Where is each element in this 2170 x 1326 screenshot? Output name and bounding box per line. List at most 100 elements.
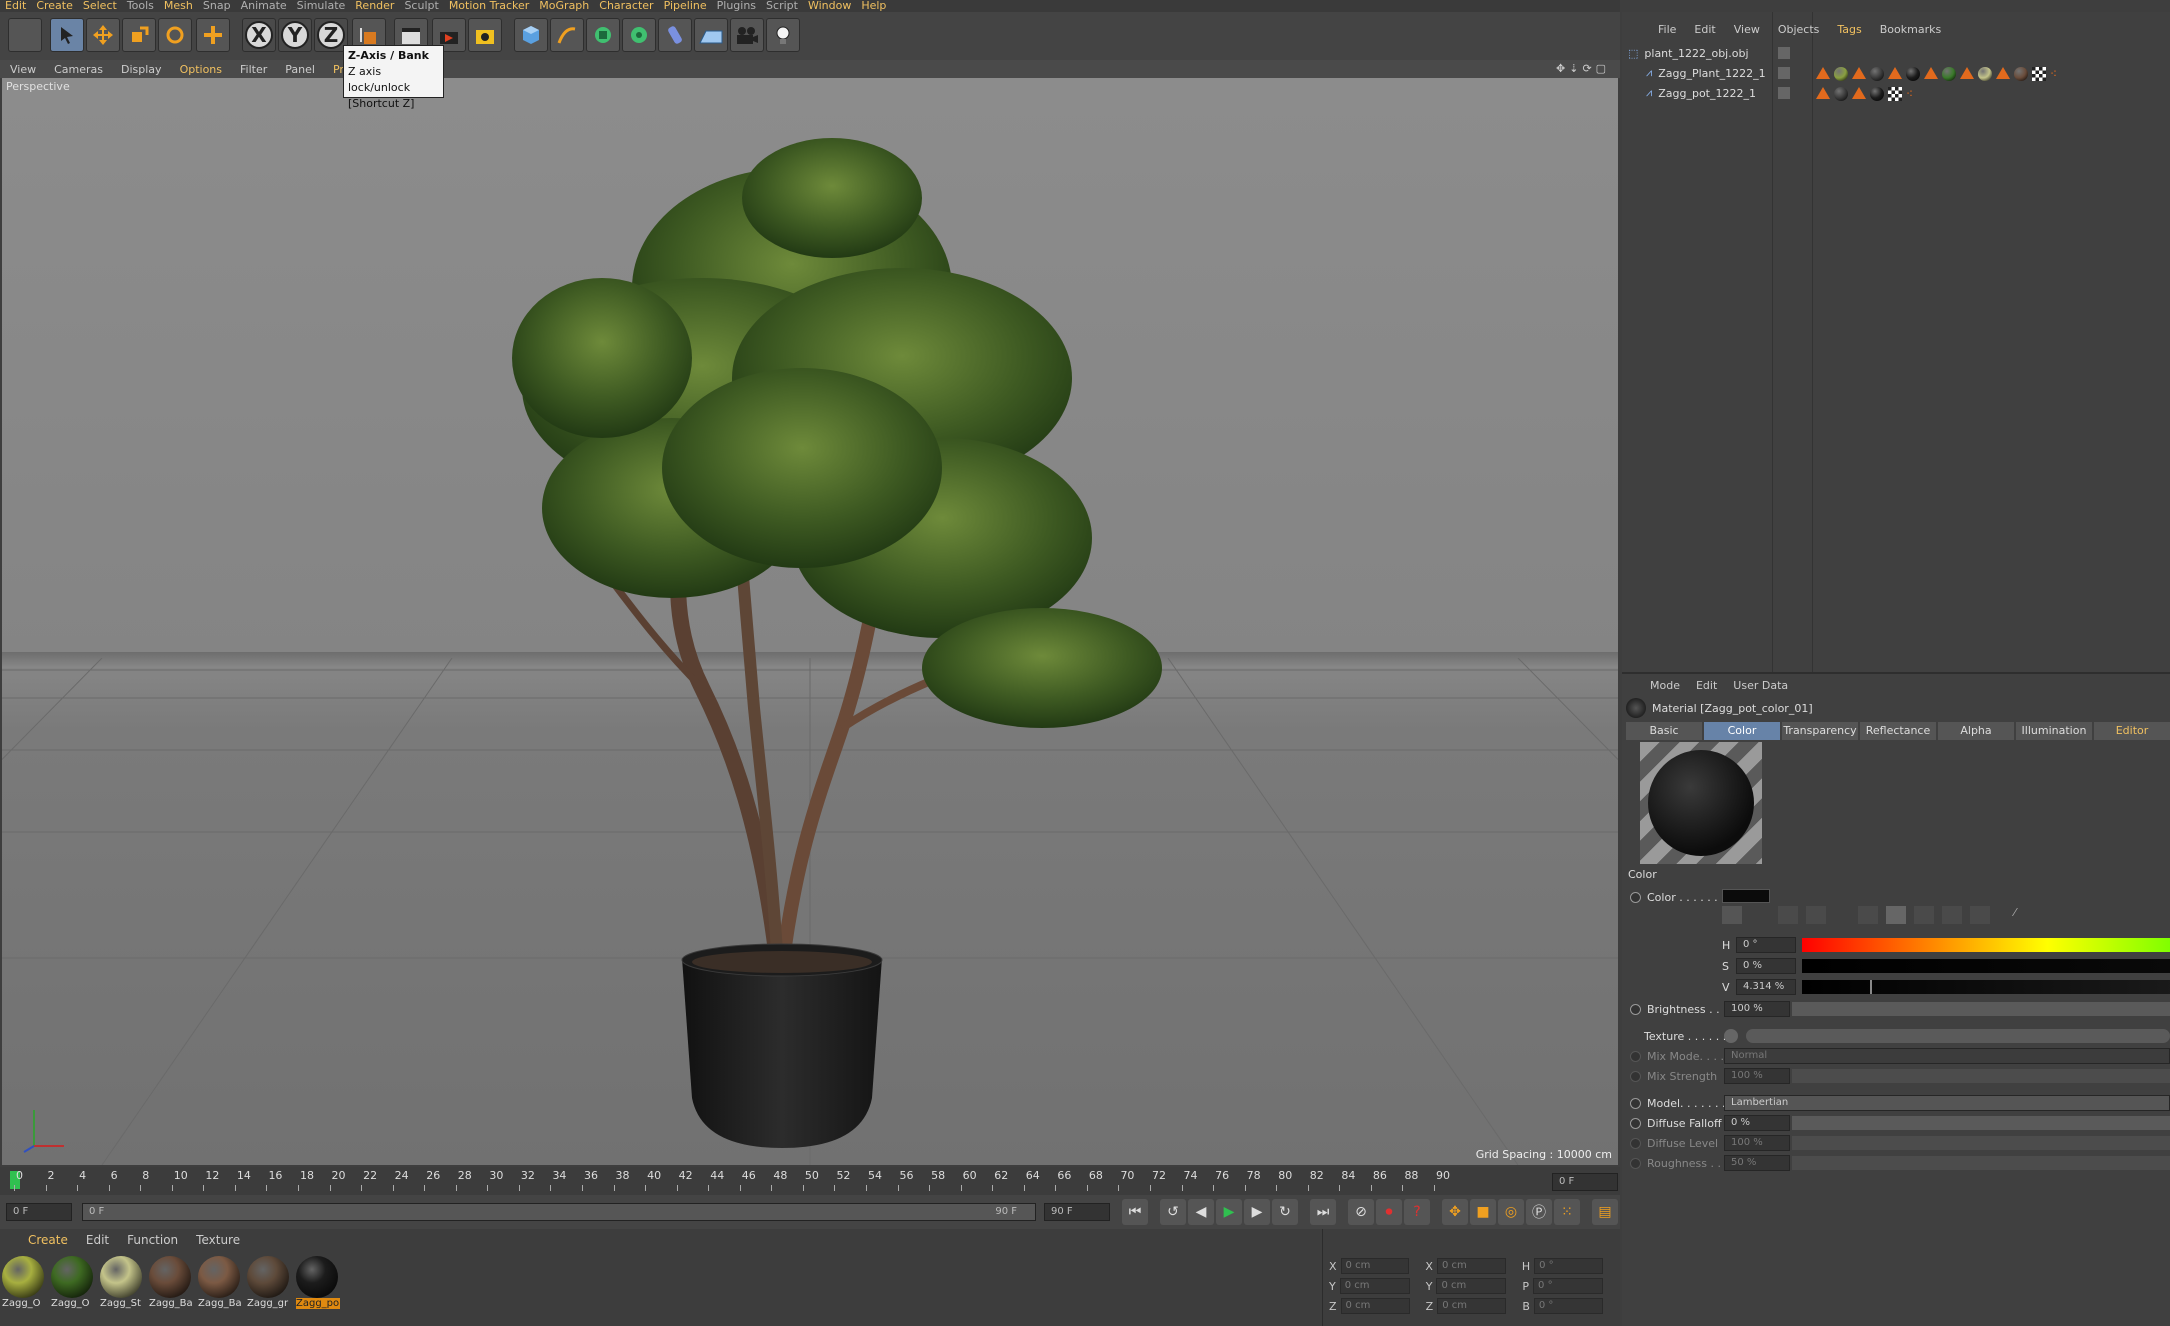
pen-spline-button[interactable] [550, 18, 584, 52]
diffuse-falloff-field[interactable]: 0 % [1724, 1115, 1790, 1131]
texture-tag-icon[interactable] [1816, 87, 1830, 99]
tab-illumination[interactable]: Illumination [2016, 722, 2092, 740]
tab-color[interactable]: Color [1704, 722, 1780, 740]
tab-transparency[interactable]: Transparency [1782, 722, 1858, 740]
coordinate-field[interactable]: 0 cm [1437, 1298, 1507, 1314]
model-anim-icon[interactable] [1630, 1097, 1641, 1109]
viewport-menu-filter[interactable]: Filter [240, 63, 267, 76]
deformer-button[interactable] [658, 18, 692, 52]
menu-item-edit[interactable]: Edit [0, 0, 31, 12]
image-picker-icon[interactable] [1778, 906, 1798, 924]
brightness-anim-icon[interactable] [1630, 1003, 1641, 1015]
menu-item-tools[interactable]: Tools [122, 0, 159, 12]
record-pla-button[interactable]: ⁙ [1554, 1199, 1580, 1225]
diffuse-level-field[interactable]: 100 % [1724, 1135, 1790, 1151]
coordinate-field[interactable]: 0 ° [1533, 1278, 1604, 1294]
coordinate-field[interactable]: 0 cm [1340, 1298, 1410, 1314]
rotate-tool-button[interactable] [158, 18, 192, 52]
record-active-button[interactable]: ⏺ [1376, 1199, 1402, 1225]
coordinate-field[interactable]: 0 cm [1339, 1278, 1410, 1294]
material-preview[interactable] [1640, 742, 1762, 864]
roughness-field[interactable]: 50 % [1724, 1155, 1790, 1171]
texture-tag-icon[interactable] [1816, 67, 1830, 79]
brightness-field[interactable]: 100 % [1724, 1001, 1790, 1017]
next-frame-button[interactable]: ▶ [1244, 1199, 1270, 1225]
swatches-icon[interactable] [1806, 906, 1826, 924]
floor-button[interactable] [694, 18, 728, 52]
tab-editor[interactable]: Editor [2094, 722, 2170, 740]
diffuse-level-slider[interactable] [1792, 1136, 2170, 1150]
coordinate-field[interactable]: 0 cm [1436, 1278, 1507, 1294]
uvw-tag-icon[interactable] [1888, 87, 1902, 101]
diffuse-falloff-anim-icon[interactable] [1630, 1117, 1641, 1129]
undo-button[interactable] [8, 18, 42, 52]
go-to-start-button[interactable]: ⏮ [1122, 1199, 1148, 1225]
spectral-mode-icon[interactable] [1970, 906, 1990, 924]
phong-tag-icon[interactable]: ⁖ [1906, 87, 1920, 101]
start-frame-field[interactable]: 0 F [6, 1203, 72, 1221]
viewport-menu-cameras[interactable]: Cameras [54, 63, 103, 76]
material-menu-create[interactable]: Create [28, 1233, 68, 1247]
viewport-menu-view[interactable]: View [10, 63, 36, 76]
record-parameter-button[interactable]: Ⓟ [1526, 1199, 1552, 1225]
material-thumbnail[interactable]: Zagg_po [296, 1256, 340, 1316]
roughness-slider[interactable] [1792, 1156, 2170, 1170]
menu-item-select[interactable]: Select [78, 0, 122, 12]
texture-tag-icon[interactable] [1852, 87, 1866, 99]
perspective-viewport[interactable]: Perspective Grid Spacing: 10000 cm [2, 78, 1618, 1165]
texture-tag-icon[interactable] [1888, 67, 1902, 79]
texture-tag-icon[interactable] [1996, 67, 2010, 79]
brightness-slider[interactable] [1792, 1002, 2170, 1016]
tab-alpha[interactable]: Alpha [1938, 722, 2014, 740]
menu-item-help[interactable]: Help [856, 0, 891, 12]
material-tag-icon[interactable] [1834, 67, 1848, 81]
value-slider[interactable] [1802, 980, 2170, 994]
go-to-end-button[interactable]: ⏭ [1310, 1199, 1336, 1225]
next-key-button[interactable]: ↻ [1272, 1199, 1298, 1225]
render-settings-button[interactable] [468, 18, 502, 52]
material-tag-icon[interactable] [1870, 87, 1884, 101]
kelvin-mode-icon[interactable] [1914, 906, 1934, 924]
phong-tag-icon[interactable]: ⁖ [2050, 67, 2064, 81]
maximize-icon[interactable]: ▢ [1596, 62, 1606, 76]
dolly-icon[interactable]: ⇣ [1569, 62, 1578, 76]
timeline-ruler[interactable]: 0 F 0 2 4 6 8 10 12 14 16 18 20 22 24 26 28 30 32 34 36 38 4… [0, 1167, 1620, 1195]
end-frame-field[interactable]: 90 F [1044, 1203, 1110, 1221]
visibility-toggle-icon[interactable] [1778, 67, 1790, 79]
material-tag-icon[interactable] [1906, 67, 1920, 81]
mixstrength-field[interactable]: 100 % [1724, 1068, 1790, 1084]
menu-item-mograph[interactable]: MoGraph [534, 0, 594, 12]
menu-item-pipeline[interactable]: Pipeline [659, 0, 712, 12]
menu-item-window[interactable]: Window [803, 0, 856, 12]
light-button[interactable] [766, 18, 800, 52]
coordinate-field[interactable]: 0 cm [1436, 1258, 1506, 1274]
play-button[interactable]: ▶ [1216, 1199, 1242, 1225]
object-row[interactable]: ⩘ Zagg_pot_1222_1 [1628, 84, 1756, 102]
material-thumbnail[interactable]: Zagg_gr [247, 1256, 291, 1316]
material-tag-icon[interactable] [1978, 67, 1992, 81]
color-swatch[interactable] [1722, 889, 1770, 903]
object-menu-tags[interactable]: Tags [1837, 23, 1861, 36]
menu-item-motion-tracker[interactable]: Motion Tracker [444, 0, 534, 12]
menu-item-plugins[interactable]: Plugins [712, 0, 761, 12]
material-menu-function[interactable]: Function [127, 1233, 178, 1247]
attribute-menu-mode[interactable]: Mode [1650, 679, 1680, 692]
record-scale-button[interactable]: ■ [1470, 1199, 1496, 1225]
previous-frame-button[interactable]: ◀ [1188, 1199, 1214, 1225]
mixstrength-slider[interactable] [1792, 1069, 2170, 1083]
attribute-menu-user-data[interactable]: User Data [1733, 679, 1788, 692]
value-slider-handle[interactable] [1870, 980, 1872, 994]
object-row[interactable]: ⬚ plant_1222_obj.obj [1628, 44, 1749, 62]
menu-item-script[interactable]: Script [761, 0, 803, 12]
hsv-mode-icon[interactable] [1886, 906, 1906, 924]
material-thumbnail[interactable]: Zagg_St [100, 1256, 144, 1316]
autokey-button[interactable]: ? [1404, 1199, 1430, 1225]
saturation-slider[interactable] [1802, 959, 2170, 973]
rgb-mode-icon[interactable] [1858, 906, 1878, 924]
menu-item-animate[interactable]: Animate [236, 0, 292, 12]
material-thumbnail[interactable]: Zagg_O [51, 1256, 95, 1316]
texture-tag-icon[interactable] [1852, 67, 1866, 79]
orbit-icon[interactable]: ⟳ [1582, 62, 1591, 76]
material-menu-edit[interactable]: Edit [86, 1233, 109, 1247]
menu-item-character[interactable]: Character [594, 0, 658, 12]
